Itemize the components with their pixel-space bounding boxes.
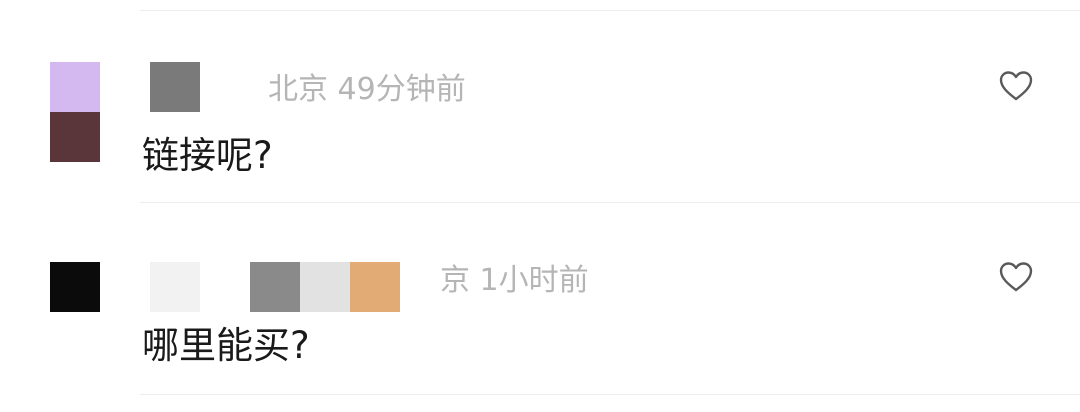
avatar[interactable] (50, 262, 100, 312)
like-button[interactable] (998, 261, 1034, 293)
username-redacted[interactable] (150, 62, 200, 112)
like-button[interactable] (998, 70, 1034, 102)
comment-list: 北京 49分钟前 链接呢? 京 1小时前 哪里能买? (0, 0, 1080, 412)
comment-text: 链接呢? (142, 134, 273, 177)
heart-outline-icon (999, 71, 1033, 101)
comment-meta: 京 1小时前 (440, 263, 589, 298)
divider (140, 202, 1080, 203)
avatar[interactable] (50, 62, 100, 112)
heart-outline-icon (999, 262, 1033, 292)
username-redacted-block (150, 262, 200, 312)
username-redacted-block (250, 262, 300, 312)
comment-meta: 北京 49分钟前 (268, 72, 466, 107)
avatar-lower (50, 112, 100, 162)
username-redacted-block (300, 262, 350, 312)
username-redacted-block (350, 262, 400, 312)
comment-text: 哪里能买? (142, 324, 310, 367)
divider (140, 10, 1080, 11)
divider (140, 394, 1080, 395)
